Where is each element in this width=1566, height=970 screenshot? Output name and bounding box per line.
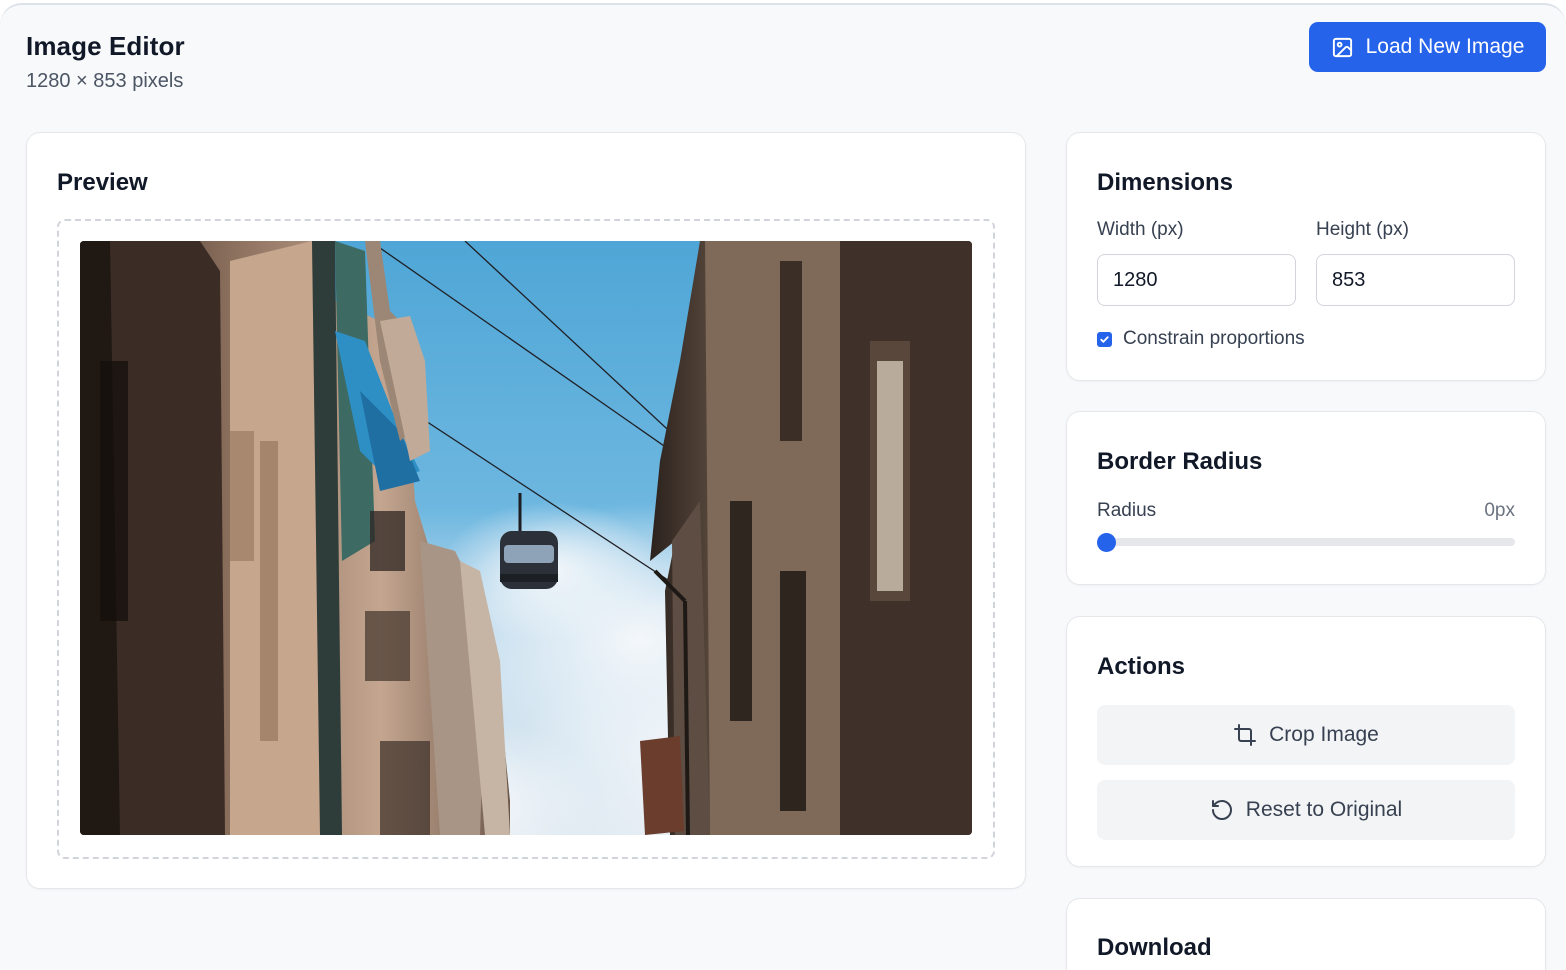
rotate-ccw-icon <box>1211 800 1232 820</box>
dimensions-card: Dimensions Width (px) Height (px) Constr… <box>1066 132 1546 381</box>
preview-image <box>80 241 972 835</box>
constrain-proportions-row: Constrain proportions <box>1097 328 1305 350</box>
radius-label: Radius <box>1097 500 1157 521</box>
check-icon <box>1100 335 1109 343</box>
actions-title: Actions <box>1097 653 1186 680</box>
height-input[interactable] <box>1316 254 1515 306</box>
width-input[interactable] <box>1097 254 1296 306</box>
image-icon <box>1332 37 1352 57</box>
border-radius-card: Border Radius Radius 0px <box>1066 411 1546 585</box>
preview-drop-area <box>57 219 995 859</box>
image-size-subtitle: 1280 × 853 pixels <box>26 70 184 92</box>
actions-card: Actions Crop Image Reset to Original <box>1066 616 1546 867</box>
width-label: Width (px) <box>1097 219 1184 240</box>
preview-title: Preview <box>57 169 148 196</box>
radius-slider-track[interactable] <box>1097 538 1515 546</box>
reset-to-original-label: Reset to Original <box>1245 798 1403 821</box>
page-header: Image Editor 1280 × 853 pixels <box>26 31 185 93</box>
constrain-proportions-label: Constrain proportions <box>1123 328 1305 349</box>
load-new-image-label: Load New Image <box>1365 35 1525 58</box>
crop-image-button[interactable]: Crop Image <box>1097 705 1515 765</box>
reset-to-original-button[interactable]: Reset to Original <box>1097 780 1515 840</box>
height-label: Height (px) <box>1316 219 1409 240</box>
download-card: Download <box>1066 898 1546 970</box>
crop-image-label: Crop Image <box>1269 723 1379 746</box>
download-title: Download <box>1097 934 1212 961</box>
radius-value: 0px <box>1484 500 1515 521</box>
image-editor-app: Image Editor 1280 × 853 pixels Load New … <box>0 3 1566 970</box>
border-radius-title: Border Radius <box>1097 448 1263 475</box>
radius-slider-thumb[interactable] <box>1097 533 1116 552</box>
dimensions-title: Dimensions <box>1097 169 1234 196</box>
preview-card: Preview <box>26 132 1026 889</box>
page-title: Image Editor <box>26 31 185 61</box>
load-new-image-button[interactable]: Load New Image <box>1309 22 1546 72</box>
constrain-proportions-checkbox[interactable] <box>1097 331 1112 347</box>
street-photo <box>80 241 972 835</box>
crop-icon <box>1234 724 1257 746</box>
